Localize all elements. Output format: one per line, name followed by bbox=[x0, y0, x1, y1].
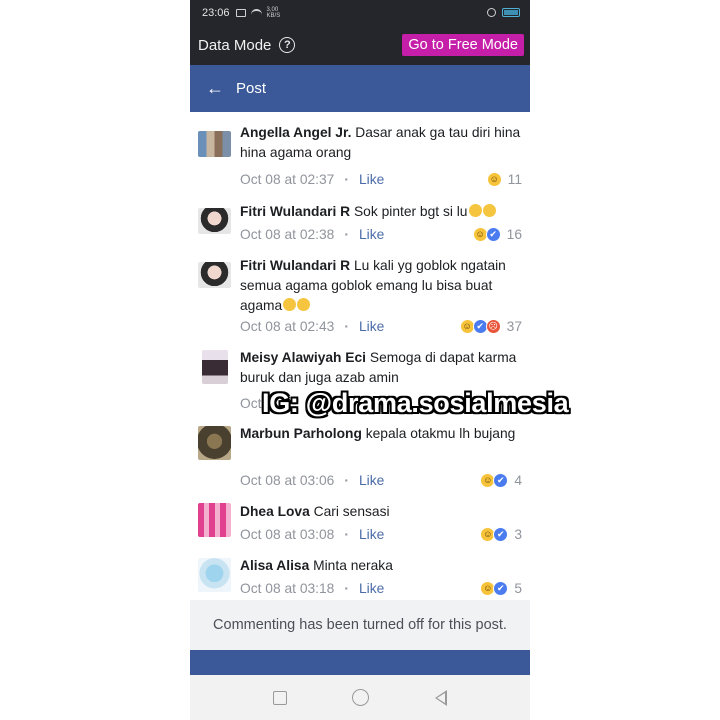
reaction-count: 37 bbox=[506, 318, 522, 334]
network-speed: 3,00 KB/S bbox=[266, 6, 281, 19]
reaction-summary[interactable]: ☺ ✔ 3 bbox=[480, 526, 522, 542]
watermark-text: IG: @drama.sosialmesia bbox=[262, 388, 569, 418]
like-reaction-icon: ✔ bbox=[485, 226, 501, 242]
battery-icon bbox=[502, 8, 520, 17]
avatar[interactable] bbox=[198, 208, 231, 234]
comment-text: Sok pinter bgt si lu bbox=[353, 204, 468, 219]
avatar[interactable] bbox=[198, 426, 231, 460]
reaction-summary[interactable]: ☺ ✔ 16 bbox=[472, 226, 522, 242]
comment-timestamp[interactable]: Oct 08 at 02:38 bbox=[240, 227, 334, 242]
comments-list[interactable]: Angella Angel Jr. Dasar anak ga tau diri… bbox=[190, 112, 530, 600]
unamused-emoji-icon bbox=[468, 204, 482, 217]
alarm-icon bbox=[487, 8, 496, 17]
unamused-emoji-icon bbox=[283, 298, 297, 311]
reaction-summary[interactable]: ☺ ✔ 5 bbox=[480, 580, 522, 596]
recents-icon[interactable] bbox=[272, 690, 287, 705]
reaction-count: 4 bbox=[514, 472, 522, 488]
comment-author[interactable]: Angella Angel Jr. bbox=[240, 125, 351, 140]
angry-reaction-icon: ☹ bbox=[485, 318, 501, 334]
reaction-summary[interactable]: ☺ ✔ 4 bbox=[480, 472, 522, 488]
reaction-count: 11 bbox=[507, 171, 522, 187]
like-reaction-icon: ✔ bbox=[493, 580, 509, 596]
comment-timestamp[interactable]: Oct 08 at 03:08 bbox=[240, 527, 334, 542]
comment-text: Cari sensasi bbox=[313, 504, 390, 519]
like-link[interactable]: Like bbox=[359, 473, 384, 488]
sim-icon bbox=[235, 8, 246, 17]
reaction-summary[interactable]: ☺ 11 bbox=[486, 171, 522, 187]
page-title: Post bbox=[236, 80, 267, 97]
comment-author[interactable]: Dhea Lova bbox=[240, 504, 310, 519]
commenting-disabled-note: Commenting has been turned off for this … bbox=[190, 600, 530, 650]
comment-author[interactable]: Meisy Alawiyah Eci bbox=[240, 350, 366, 365]
comment-author[interactable]: Fitri Wulandari R bbox=[240, 258, 350, 273]
comment-timestamp[interactable]: Oct 08 at 03:06 bbox=[240, 473, 334, 488]
avatar[interactable] bbox=[198, 131, 231, 157]
comment-timestamp[interactable]: Oct 08 at 03:18 bbox=[240, 581, 334, 596]
like-link[interactable]: Like bbox=[359, 172, 384, 187]
bottom-blue-bar bbox=[190, 650, 530, 675]
question-circle-icon[interactable]: ? bbox=[279, 37, 296, 53]
reaction-count: 3 bbox=[514, 526, 522, 542]
comment-author[interactable]: Fitri Wulandari R bbox=[240, 204, 350, 219]
comment-timestamp[interactable]: Oct bbox=[240, 396, 261, 411]
wifi-icon bbox=[250, 8, 262, 17]
reaction-count: 5 bbox=[514, 580, 522, 596]
avatar[interactable] bbox=[198, 503, 231, 537]
comment-author[interactable]: Marbun Parholong bbox=[240, 426, 362, 441]
back-triangle-icon[interactable] bbox=[435, 689, 448, 706]
status-bar: 23:06 3,00 KB/S bbox=[190, 0, 530, 25]
free-mode-button[interactable]: Go to Free Mode bbox=[402, 34, 524, 56]
avatar[interactable] bbox=[198, 262, 231, 288]
android-nav-bar bbox=[190, 675, 530, 720]
haha-reaction-icon: ☺ bbox=[486, 171, 502, 187]
home-icon[interactable] bbox=[352, 689, 370, 706]
like-reaction-icon: ✔ bbox=[493, 526, 509, 542]
like-link[interactable]: Like bbox=[359, 227, 384, 242]
data-mode-bar: Data Mode ? Go to Free Mode bbox=[190, 25, 530, 65]
reaction-summary[interactable]: ☺ ✔ ☹ 37 bbox=[459, 318, 522, 334]
comment-author[interactable]: Alisa Alisa bbox=[240, 558, 309, 573]
post-header: ← Post bbox=[190, 65, 530, 112]
comment-text: Minta neraka bbox=[313, 558, 393, 573]
comment-timestamp[interactable]: Oct 08 at 02:43 bbox=[240, 319, 334, 334]
like-link[interactable]: Like bbox=[359, 319, 384, 334]
comment-text: kepala otakmu lh bujang bbox=[365, 426, 516, 441]
unamused-emoji-icon bbox=[297, 298, 311, 311]
like-link[interactable]: Like bbox=[359, 527, 384, 542]
phone-screen: 23:06 3,00 KB/S Data Mode ? Go to Free Mo… bbox=[190, 0, 530, 720]
data-mode-title: Data Mode bbox=[198, 36, 272, 54]
like-link[interactable]: Like bbox=[359, 581, 384, 596]
comment-timestamp[interactable]: Oct 08 at 02:37 bbox=[240, 172, 334, 187]
unamused-emoji-icon bbox=[482, 204, 496, 217]
arrow-left-icon[interactable]: ← bbox=[206, 78, 224, 99]
like-reaction-icon: ✔ bbox=[493, 472, 509, 488]
status-time: 23:06 bbox=[202, 6, 230, 19]
avatar[interactable] bbox=[202, 350, 228, 384]
avatar[interactable] bbox=[198, 558, 231, 592]
reaction-count: 16 bbox=[506, 226, 522, 242]
